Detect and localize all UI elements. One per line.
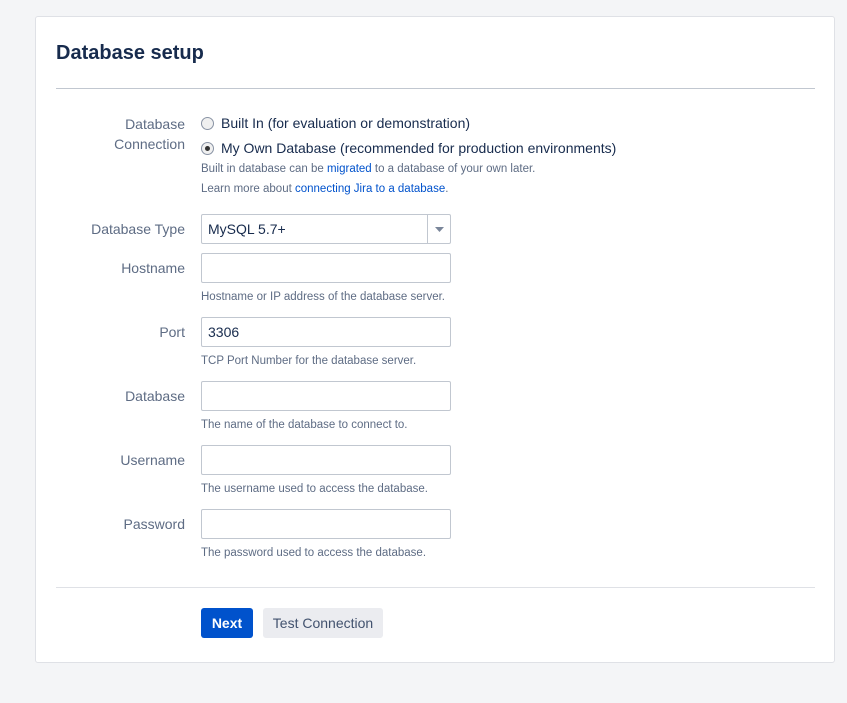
radio-label-own-database: My Own Database (recommended for product… xyxy=(221,140,617,156)
port-help: TCP Port Number for the database server. xyxy=(201,355,417,367)
database-name-input[interactable] xyxy=(201,381,451,411)
port-label: Port xyxy=(159,324,185,340)
next-button[interactable]: Next xyxy=(201,608,253,638)
header-divider xyxy=(56,88,815,89)
hostname-label: Hostname xyxy=(121,260,185,276)
migrated-link[interactable]: migrated xyxy=(327,163,372,175)
connection-help-migrate: Built in database can be migrated to a d… xyxy=(201,163,536,175)
radio-built-in[interactable]: Built In (for evaluation or demonstratio… xyxy=(201,115,470,131)
database-type-value: MySQL 5.7+ xyxy=(208,221,286,237)
chevron-down-icon[interactable] xyxy=(427,215,450,243)
hostname-input[interactable] xyxy=(201,253,451,283)
database-type-label: Database Type xyxy=(91,221,185,237)
connecting-jira-link[interactable]: connecting Jira to a database xyxy=(295,183,445,195)
username-label: Username xyxy=(120,452,185,468)
connection-label: Database Connection xyxy=(114,116,185,152)
database-name-label: Database xyxy=(125,388,185,404)
hostname-help: Hostname or IP address of the database s… xyxy=(201,291,445,303)
password-input[interactable] xyxy=(201,509,451,539)
page-title: Database setup xyxy=(56,42,204,64)
database-name-help: The name of the database to connect to. xyxy=(201,419,408,431)
database-type-select[interactable]: MySQL 5.7+ xyxy=(201,214,451,244)
footer-divider xyxy=(56,587,815,588)
database-setup-panel: Database setup Database Connection Built… xyxy=(35,16,835,663)
radio-own-database[interactable]: My Own Database (recommended for product… xyxy=(201,140,616,156)
username-help: The username used to access the database… xyxy=(201,483,428,495)
test-connection-button[interactable]: Test Connection xyxy=(263,608,383,638)
username-input[interactable] xyxy=(201,445,451,475)
password-help: The password used to access the database… xyxy=(201,547,427,559)
radio-button-own-database[interactable] xyxy=(201,141,214,155)
connection-help-learn-more: Learn more about connecting Jira to a da… xyxy=(201,183,449,195)
radio-label-built-in: Built In (for evaluation or demonstratio… xyxy=(221,115,471,131)
password-label: Password xyxy=(123,516,185,532)
port-input[interactable] xyxy=(201,317,451,347)
radio-button-built-in[interactable] xyxy=(201,116,214,130)
